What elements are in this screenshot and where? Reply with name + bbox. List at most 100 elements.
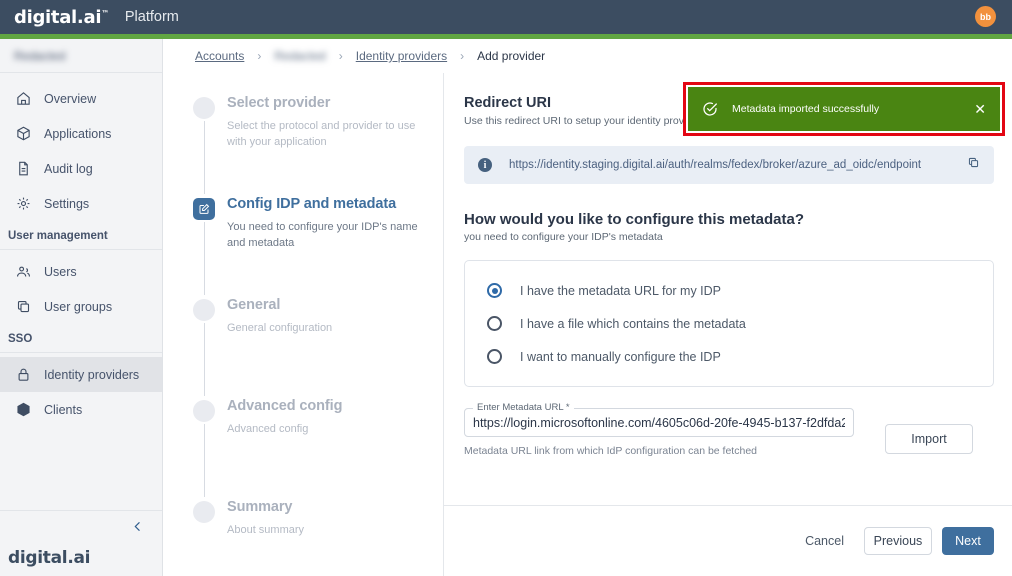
radio-option-metadata-url[interactable]: I have the metadata URL for my IDP	[465, 274, 993, 307]
step-title: Select provider	[227, 95, 331, 111]
sidebar-item-audit-log[interactable]: Audit log	[0, 151, 162, 186]
metadata-url-help-text: Metadata URL link from which IdP configu…	[464, 445, 757, 457]
sidebar-group-user-management: User management	[0, 221, 162, 250]
trademark-mark: ™	[101, 8, 109, 18]
radio-option-manual-config[interactable]: I want to manually configure the IDP	[465, 340, 993, 373]
breadcrumb-item-identity-providers[interactable]: Identity providers	[356, 49, 447, 63]
step-bullet-icon	[193, 501, 215, 523]
step-title: General	[227, 297, 281, 313]
wizard-footer: Cancel Previous Next	[444, 505, 1012, 576]
metadata-url-label: Enter Metadata URL *	[473, 402, 574, 413]
step-summary[interactable]: Summary About summary	[193, 499, 443, 539]
radio-option-metadata-file[interactable]: I have a file which contains the metadat…	[465, 307, 993, 340]
sidebar-item-user-groups[interactable]: User groups	[0, 289, 162, 324]
cube-icon	[14, 400, 33, 419]
metadata-question-title: How would you like to configure this met…	[464, 211, 805, 228]
step-title: Advanced config	[227, 398, 343, 414]
metadata-url-value: https://login.microsoftonline.com/4605c0…	[473, 415, 845, 430]
sidebar-item-label: Audit log	[44, 161, 93, 176]
edit-square-icon	[193, 198, 215, 220]
sidebar-item-identity-providers[interactable]: Identity providers	[0, 357, 162, 392]
sidebar-item-label: Overview	[44, 91, 97, 106]
account-name-redacted: Redacted	[14, 48, 66, 63]
package-icon	[14, 124, 33, 143]
radio-button[interactable]	[487, 283, 502, 298]
breadcrumb: Accounts › Redacted › Identity providers…	[163, 39, 1012, 73]
sidebar-footer-logo: digital.ai	[0, 546, 162, 576]
next-button[interactable]: Next	[942, 527, 994, 555]
step-connector	[203, 323, 205, 396]
step-description: Advanced config	[227, 423, 309, 435]
check-circle-icon	[702, 101, 718, 117]
import-button[interactable]: Import	[885, 424, 973, 454]
toast-notification: Metadata imported successfully ✕	[688, 87, 1000, 131]
sidebar-item-label: Settings	[44, 196, 90, 211]
product-name: Platform	[124, 9, 179, 25]
sidebar-item-applications[interactable]: Applications	[0, 116, 162, 151]
sidebar-item-overview[interactable]: Overview	[0, 81, 162, 116]
step-advanced-config[interactable]: Advanced config Advanced config	[193, 398, 443, 499]
sidebar-item-users[interactable]: Users	[0, 254, 162, 289]
step-title: Config IDP and metadata	[227, 196, 397, 212]
copy-icon[interactable]	[967, 156, 980, 174]
breadcrumb-item-account-redacted[interactable]: Redacted	[274, 49, 325, 63]
brand-logo[interactable]: digital.ai™	[14, 7, 109, 28]
breadcrumb-item-current: Add provider	[477, 49, 546, 63]
step-description: Select the protocol and provider to use …	[227, 120, 416, 148]
metadata-url-field: Enter Metadata URL * https://login.micro…	[464, 402, 854, 457]
close-icon[interactable]: ✕	[974, 102, 986, 116]
users-icon	[14, 262, 33, 281]
step-config-idp-and-metadata[interactable]: Config IDP and metadata You need to conf…	[193, 196, 443, 297]
radio-button[interactable]	[487, 349, 502, 364]
redirect-uri-value: https://identity.staging.digital.ai/auth…	[509, 159, 922, 171]
sidebar-item-label: Applications	[44, 126, 112, 141]
step-title: Summary	[227, 499, 293, 515]
previous-button[interactable]: Previous	[864, 527, 932, 555]
app-root: digital.ai™ Platform bb Redacted Overvie…	[0, 0, 1012, 576]
sidebar-nav: Overview Applications Audit log Settings	[0, 73, 162, 510]
cancel-button[interactable]: Cancel	[805, 534, 844, 548]
sidebar: Redacted Overview Applications Audit log	[0, 39, 163, 576]
avatar[interactable]: bb	[975, 6, 996, 27]
step-description: About summary	[227, 524, 305, 536]
sidebar-item-label: Users	[44, 264, 77, 279]
step-connector	[203, 121, 205, 194]
chevron-left-icon	[131, 520, 144, 538]
step-description: General configuration	[227, 322, 333, 334]
sidebar-collapse-button[interactable]	[0, 510, 162, 546]
breadcrumb-separator: ›	[257, 49, 262, 63]
footer-logo-text: digital.ai	[8, 548, 91, 568]
step-bullet-icon	[193, 299, 215, 321]
radio-option-label: I want to manually configure the IDP	[520, 349, 721, 364]
sidebar-item-clients[interactable]: Clients	[0, 392, 162, 427]
copy-icon	[14, 297, 33, 316]
info-icon: i	[478, 158, 492, 172]
step-bullet-icon	[193, 400, 215, 422]
wizard-stepper: Select provider Select the protocol and …	[163, 73, 444, 576]
radio-button[interactable]	[487, 316, 502, 331]
step-connector	[203, 222, 205, 295]
sidebar-item-label: Clients	[44, 402, 83, 417]
main-content: Redirect URI Use this redirect URI to se…	[444, 73, 1012, 576]
document-icon	[14, 159, 33, 178]
brand-logo-text: digital.ai	[14, 6, 102, 28]
gear-icon	[14, 194, 33, 213]
breadcrumb-item-accounts[interactable]: Accounts	[195, 49, 244, 63]
redirect-uri-box: i https://identity.staging.digital.ai/au…	[464, 146, 994, 184]
sidebar-account-name[interactable]: Redacted	[0, 39, 162, 73]
breadcrumb-separator: ›	[338, 49, 343, 63]
step-bullet-icon	[193, 97, 215, 119]
toast-message: Metadata imported successfully	[732, 103, 880, 115]
home-icon	[14, 89, 33, 108]
sidebar-group-sso: SSO	[0, 324, 162, 353]
breadcrumb-separator: ›	[460, 49, 465, 63]
metadata-question-subtitle: you need to configure your IDP's metadat…	[464, 231, 663, 243]
sidebar-item-label: Identity providers	[44, 367, 140, 382]
sidebar-item-settings[interactable]: Settings	[0, 186, 162, 221]
top-navbar: digital.ai™ Platform bb	[0, 0, 1012, 34]
metadata-options-group: I have the metadata URL for my IDP I hav…	[464, 260, 994, 387]
sidebar-item-label: User groups	[44, 299, 113, 314]
step-general[interactable]: General General configuration	[193, 297, 443, 398]
step-select-provider[interactable]: Select provider Select the protocol and …	[193, 95, 443, 196]
step-connector	[203, 424, 205, 497]
